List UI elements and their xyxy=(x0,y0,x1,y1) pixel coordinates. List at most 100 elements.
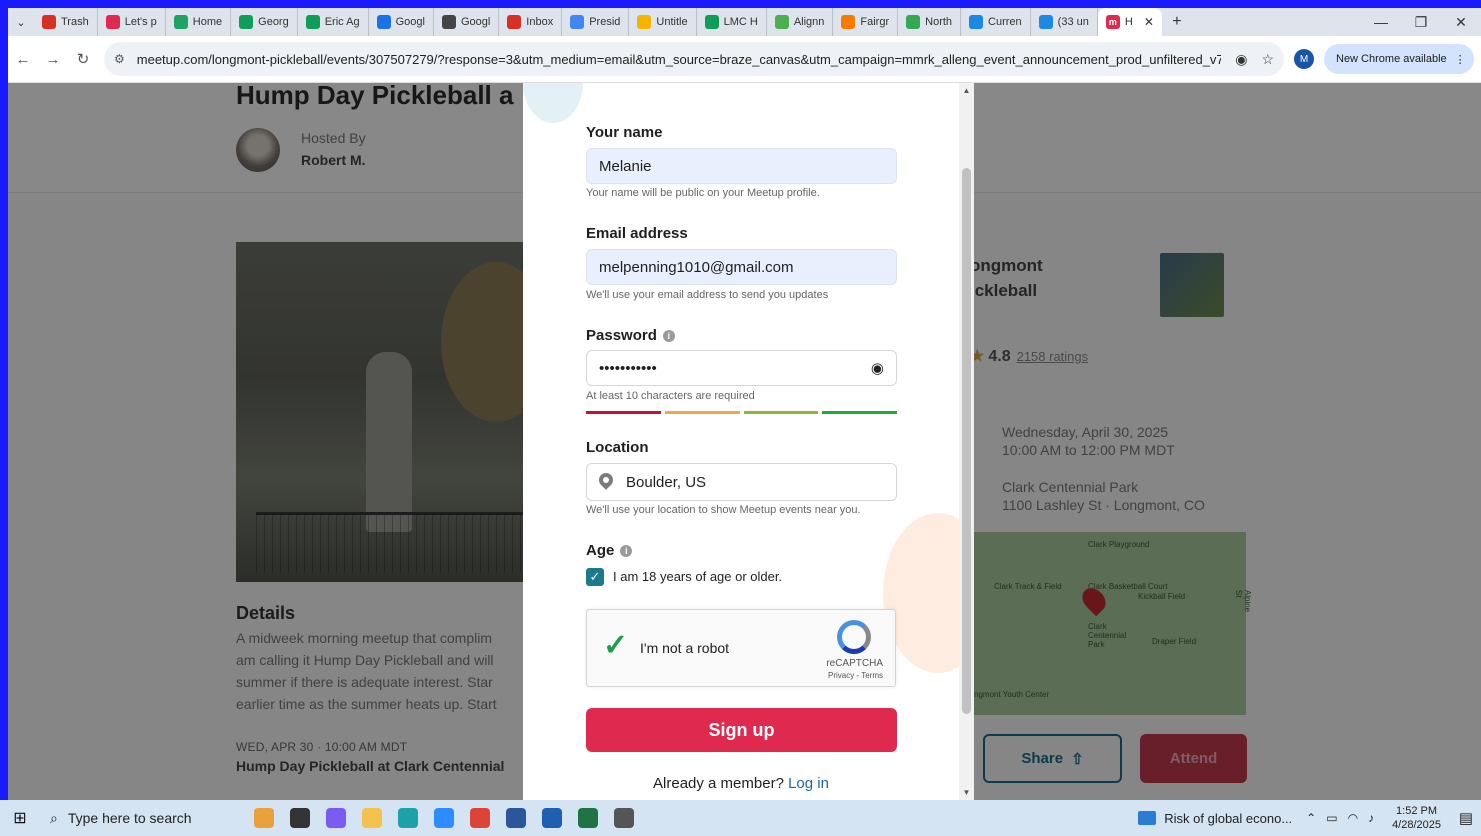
bookmark-star-icon[interactable]: ☆ xyxy=(1261,51,1274,68)
location-field[interactable]: Boulder, US xyxy=(586,463,897,501)
copilot-icon[interactable] xyxy=(318,800,354,836)
scroll-thumb[interactable] xyxy=(962,168,971,714)
close-icon[interactable]: ✕ xyxy=(1144,15,1154,29)
profile-avatar[interactable]: M xyxy=(1294,49,1314,69)
email-field[interactable]: melpenning1010@gmail.com xyxy=(586,249,897,285)
tab-item[interactable]: Fairgr xyxy=(833,8,899,36)
edge-icon[interactable] xyxy=(390,800,426,836)
tab-item[interactable]: (33 un xyxy=(1031,8,1098,36)
forward-icon[interactable]: → xyxy=(38,51,68,68)
location-label: Location xyxy=(586,439,649,456)
window-close-icon[interactable]: ✕ xyxy=(1441,14,1481,31)
age-checkbox[interactable]: ✓ xyxy=(586,568,604,586)
chrome-icon[interactable] xyxy=(462,800,498,836)
tab-item[interactable]: Untitle xyxy=(629,8,697,36)
maps-icon xyxy=(906,15,921,29)
notification-icon[interactable]: ▤ xyxy=(1451,809,1481,827)
site-info-icon[interactable]: ⚙ xyxy=(114,52,125,66)
battery-icon[interactable]: ▭ xyxy=(1326,811,1337,825)
tab-title: Georg xyxy=(258,16,289,28)
system-tray: ⌃ ▭ ◠ ♪ xyxy=(1306,811,1382,825)
tab-title: North xyxy=(925,16,953,28)
file-explorer-icon[interactable] xyxy=(354,800,390,836)
log-in-link[interactable]: Log in xyxy=(788,775,829,792)
tab-item[interactable]: Eric Ag xyxy=(298,8,369,36)
info-icon[interactable]: i xyxy=(662,329,675,342)
sheets-icon xyxy=(704,15,719,29)
volume-icon[interactable]: ♪ xyxy=(1368,811,1374,825)
windows-start-icon[interactable]: ⊞ xyxy=(0,808,40,828)
tab-item[interactable]: Curren xyxy=(961,8,1031,36)
tab-title: (33 un xyxy=(1057,16,1089,28)
tab-item[interactable]: North xyxy=(898,8,962,36)
show-password-icon[interactable]: ◉ xyxy=(871,359,884,377)
tab-active[interactable]: m H ✕ xyxy=(1097,8,1162,36)
search-placeholder: Type here to search xyxy=(67,810,192,826)
tab-title: Let's p xyxy=(124,16,157,28)
tab-item[interactable]: Googl xyxy=(369,8,434,36)
whiteboard-icon[interactable] xyxy=(534,800,570,836)
recaptcha-widget[interactable]: ✓ I'm not a robot reCAPTCHA Privacy - Te… xyxy=(586,609,896,687)
tab-item[interactable]: Googl xyxy=(434,8,500,36)
tab-item[interactable]: LMC H xyxy=(697,8,767,36)
update-chrome-button[interactable]: New Chrome available ⋮ xyxy=(1324,44,1474,74)
address-bar[interactable]: ⚙ meetup.com/longmont-pickleball/events/… xyxy=(104,42,1284,76)
tab-item[interactable]: Georg xyxy=(231,8,298,36)
tab-item[interactable]: Let's p xyxy=(98,8,166,36)
scroll-up-icon[interactable]: ▲ xyxy=(959,86,974,95)
name-help: Your name will be public on your Meetup … xyxy=(586,187,820,199)
align-icon xyxy=(774,15,789,29)
sheets-icon xyxy=(239,15,254,29)
more-icon[interactable]: ⋮ xyxy=(1455,53,1466,66)
tab-item[interactable]: Alignn xyxy=(767,8,834,36)
task-view-icon[interactable] xyxy=(282,800,318,836)
scroll-down-icon[interactable]: ▼ xyxy=(959,788,974,797)
word-icon[interactable] xyxy=(498,800,534,836)
tab-title: Presid xyxy=(589,16,621,28)
gift-app-icon[interactable] xyxy=(246,800,282,836)
calculator-glyph xyxy=(614,808,634,828)
back-icon[interactable]: ← xyxy=(8,51,38,68)
tab-title: Curren xyxy=(988,16,1022,28)
windows-taskbar: ⊞ ⌕ Type here to search Risk of global e… xyxy=(0,800,1481,836)
strength-segment xyxy=(743,411,819,414)
tab-item[interactable]: Presid xyxy=(562,8,630,36)
tab-item[interactable]: Inbox xyxy=(499,8,563,36)
reload-icon[interactable]: ↻ xyxy=(68,50,98,68)
sign-up-button[interactable]: Sign up xyxy=(586,708,897,752)
zoom-icon[interactable] xyxy=(426,800,462,836)
email-label: Email address xyxy=(586,225,688,242)
chrome-glyph xyxy=(470,808,490,828)
new-tab-button[interactable]: + xyxy=(1162,13,1192,31)
name-field[interactable]: Melanie xyxy=(586,148,897,184)
restore-icon[interactable]: ❐ xyxy=(1401,14,1441,31)
captcha-terms[interactable]: Privacy - Terms xyxy=(828,671,883,680)
minimize-icon[interactable]: — xyxy=(1361,14,1401,31)
calculator-icon[interactable] xyxy=(606,800,642,836)
wifi-icon[interactable]: ◠ xyxy=(1348,811,1358,825)
info-icon[interactable]: i xyxy=(620,544,633,557)
chevron-up-icon[interactable]: ⌃ xyxy=(1306,811,1316,825)
url-text[interactable]: meetup.com/longmont-pickleball/events/30… xyxy=(137,52,1221,67)
password-field[interactable]: ••••••••••• ◉ xyxy=(586,350,897,386)
task-view-glyph xyxy=(290,808,310,828)
login-prompt: Already a member? Log in xyxy=(523,775,959,792)
slides-icon xyxy=(637,15,652,29)
checkmark-icon[interactable]: ✓ xyxy=(603,628,628,663)
news-widget[interactable]: Risk of global econo... xyxy=(1138,811,1306,826)
age-checkbox-label[interactable]: I am 18 years of age or older. xyxy=(613,569,782,584)
excel-icon[interactable] xyxy=(570,800,606,836)
tab-search-icon[interactable]: ⌄ xyxy=(8,11,34,33)
tab-title: Alignn xyxy=(793,16,825,28)
password-value: ••••••••••• xyxy=(599,359,657,377)
tab-title: Fairgr xyxy=(860,16,890,28)
fairground-icon xyxy=(841,15,856,29)
tab-title: H xyxy=(1124,16,1133,28)
tab-item[interactable]: Trash xyxy=(34,8,98,36)
tab-item[interactable]: Home xyxy=(166,8,232,36)
taskbar-search[interactable]: ⌕ Type here to search xyxy=(40,800,240,836)
eye-off-icon[interactable]: ◉ xyxy=(1235,51,1247,68)
clock[interactable]: 1:52 PM 4/28/2025 xyxy=(1382,804,1451,832)
tab-title: Eric Ag xyxy=(324,16,360,28)
modal-scrollbar[interactable]: ▲ ▼ xyxy=(959,83,974,800)
